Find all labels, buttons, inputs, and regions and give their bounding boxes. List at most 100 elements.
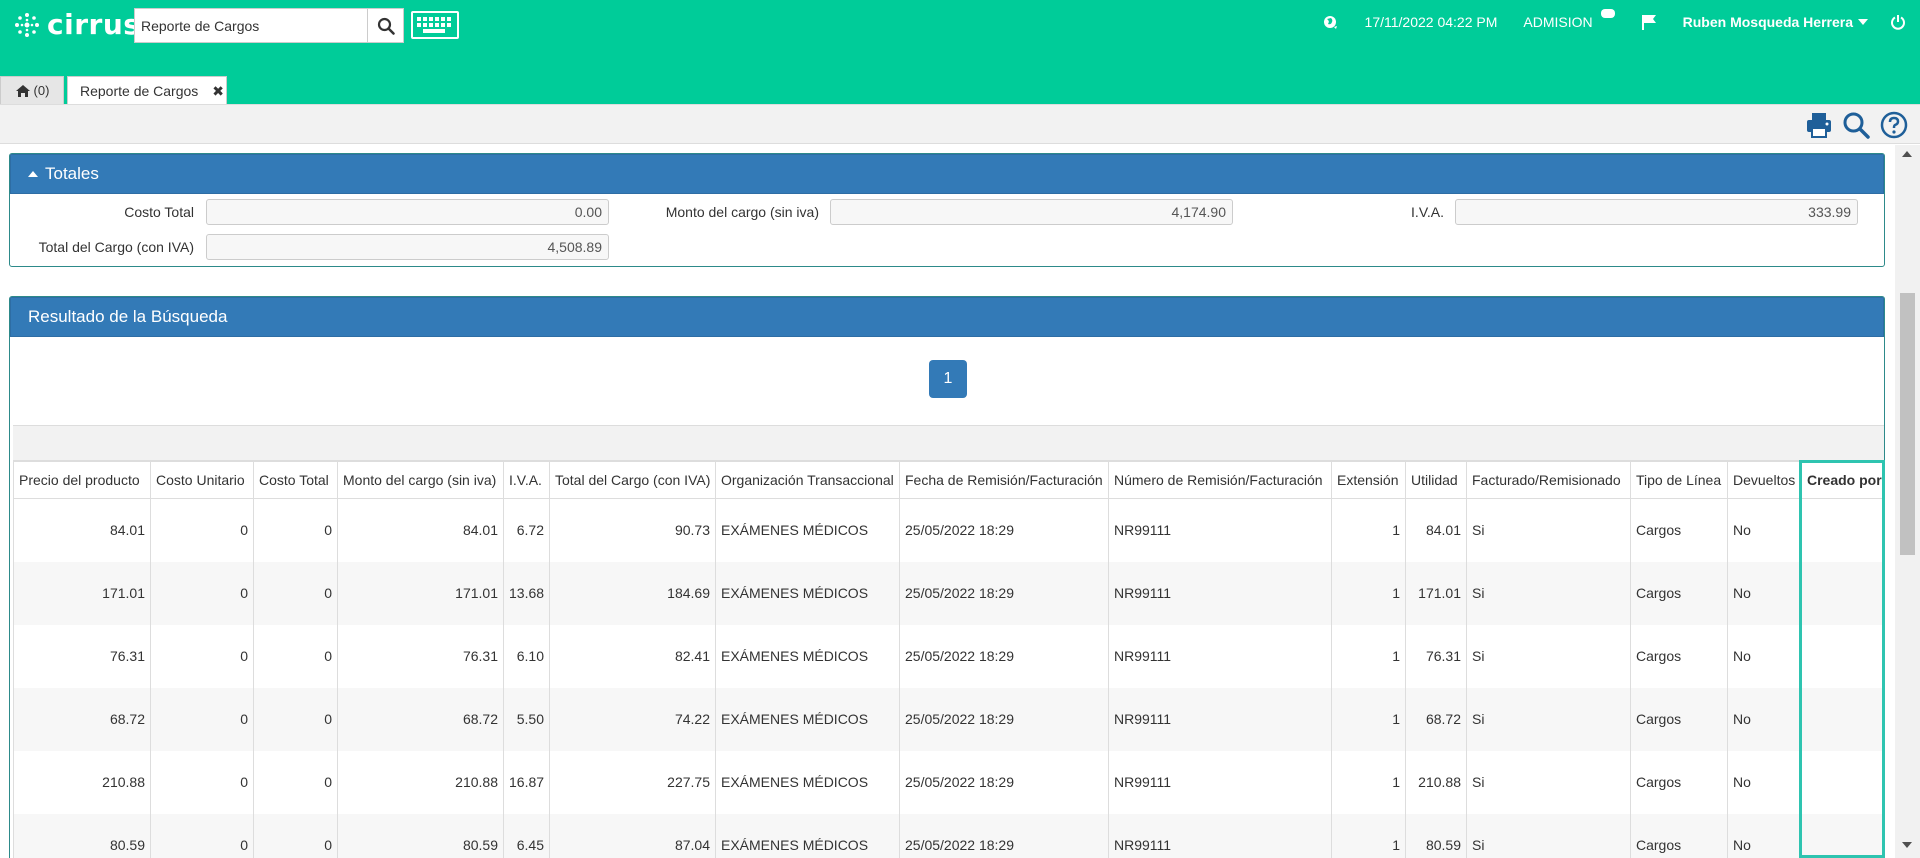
keyboard-icon	[417, 17, 451, 33]
table-cell: 6.45	[503, 813, 550, 858]
total-cargo-field[interactable]: 4,508.89	[206, 234, 609, 260]
table-cell: Si	[1466, 750, 1631, 814]
table-cell: NR99111	[1108, 750, 1332, 814]
col-organizacion[interactable]: Organización Transaccional	[715, 461, 900, 499]
col-numero[interactable]: Número de Remisión/Facturación	[1108, 461, 1332, 499]
table-cell: 76.31	[337, 624, 504, 688]
col-fecha[interactable]: Fecha de Remisión/Facturación	[899, 461, 1109, 499]
table-cell: EXÁMENES MÉDICOS	[715, 561, 900, 625]
col-tipo-linea[interactable]: Tipo de Línea	[1630, 461, 1728, 499]
resultados-title: Resultado de la Búsqueda	[28, 307, 228, 326]
header-right: 17/11/2022 04:22 PM ADMISION Ruben Mosqu…	[1297, 9, 1906, 32]
notification-button[interactable]	[1600, 9, 1615, 27]
scroll-up-icon[interactable]	[1902, 151, 1912, 157]
keyboard-button[interactable]	[411, 11, 459, 39]
tab-label: Reporte de Cargos	[80, 83, 199, 99]
table-cell: NR99111	[1108, 624, 1332, 688]
table-cell: 1	[1331, 624, 1406, 688]
totales-header[interactable]: Totales	[10, 154, 1884, 194]
scroll-thumb[interactable]	[1900, 293, 1915, 555]
table-row[interactable]: 68.72 0 0 68.72 5.50 74.22 EXÁMENES MÉDICOS 25/…	[13, 687, 1885, 751]
totales-title: Totales	[45, 164, 99, 183]
user-menu[interactable]: Ruben Mosqueda Herrera	[1683, 14, 1868, 30]
table-row[interactable]: 80.59 0 0 80.59 6.45 87.04 EXÁMENES MÉDICOS 25/…	[13, 813, 1885, 858]
table-cell: 74.22	[549, 687, 716, 751]
table-cell: 0	[253, 813, 338, 858]
global-search	[134, 8, 404, 43]
table-cell: 0	[150, 498, 254, 562]
print-icon[interactable]	[1805, 111, 1833, 139]
globe-button[interactable]	[1323, 14, 1339, 30]
grid-filter-bar	[13, 425, 1884, 461]
table-row[interactable]: 76.31 0 0 76.31 6.10 82.41 EXÁMENES MÉDICOS 25/…	[13, 624, 1885, 688]
power-button[interactable]	[1890, 14, 1906, 30]
col-devueltos[interactable]: Devueltos	[1727, 461, 1802, 499]
table-cell: 90.73	[549, 498, 716, 562]
table-header-row: Precio del producto Costo Unitario Costo…	[13, 461, 1885, 499]
cirrus-logo-icon	[15, 12, 39, 37]
search-icon	[377, 17, 395, 35]
search-input[interactable]	[135, 9, 367, 42]
table-cell: 84.01	[337, 498, 504, 562]
table-cell: EXÁMENES MÉDICOS	[715, 624, 900, 688]
col-monto[interactable]: Monto del cargo (sin iva)	[337, 461, 504, 499]
tab-home[interactable]: (0)	[0, 76, 64, 104]
table-cell: Si	[1466, 498, 1631, 562]
table-row[interactable]: 210.88 0 0 210.88 16.87 227.75 EXÁMENES MÉDICO…	[13, 750, 1885, 814]
col-creado-por[interactable]: Creado por	[1801, 461, 1885, 499]
tab-home-label: (0)	[33, 83, 50, 98]
resultados-header: Resultado de la Búsqueda	[10, 297, 1884, 337]
col-extension[interactable]: Extensión	[1331, 461, 1406, 499]
flag-button[interactable]	[1641, 14, 1657, 30]
table-cell: 84.01	[1405, 498, 1467, 562]
notification-icon	[1600, 9, 1615, 18]
table-cell: 25/05/2022 18:29	[899, 813, 1109, 858]
search-button[interactable]	[367, 9, 403, 42]
table-cell: 76.31	[13, 624, 151, 688]
user-name: Ruben Mosqueda Herrera	[1682, 14, 1853, 30]
magnifier-icon[interactable]	[1842, 111, 1870, 139]
col-costo-total[interactable]: Costo Total	[253, 461, 338, 499]
table-cell: 171.01	[337, 561, 504, 625]
cirrus-logo[interactable]: cirrus	[12, 8, 140, 41]
page-1-button[interactable]: 1	[929, 360, 967, 398]
costo-total-label: Costo Total	[124, 204, 194, 220]
table-cell: 184.69	[549, 561, 716, 625]
col-iva[interactable]: I.V.A.	[503, 461, 550, 499]
table-cell: 82.41	[549, 624, 716, 688]
table-cell: 0	[150, 561, 254, 625]
help-icon[interactable]	[1880, 111, 1908, 139]
user-caret-icon	[1858, 19, 1868, 25]
col-precio[interactable]: Precio del producto	[13, 461, 151, 499]
col-utilidad[interactable]: Utilidad	[1405, 461, 1467, 499]
table-cell	[1801, 561, 1885, 625]
table-cell: 0	[253, 498, 338, 562]
table-cell: 80.59	[13, 813, 151, 858]
table-cell: Cargos	[1630, 498, 1728, 562]
tab-reporte-cargos[interactable]: Reporte de Cargos ✖	[67, 76, 227, 105]
table-cell: 1	[1331, 750, 1406, 814]
page-scrollbar[interactable]	[1895, 145, 1920, 858]
iva-field[interactable]: 333.99	[1455, 199, 1858, 225]
table-cell: 68.72	[337, 687, 504, 751]
table-cell: 76.31	[1405, 624, 1467, 688]
monto-field[interactable]: 4,174.90	[830, 199, 1233, 225]
scroll-down-icon[interactable]	[1902, 842, 1912, 848]
table-row[interactable]: 171.01 0 0 171.01 13.68 184.69 EXÁMENES MÉDICO…	[13, 561, 1885, 625]
table-row[interactable]: 84.01 0 0 84.01 6.72 90.73 EXÁMENES MÉDICOS 25/…	[13, 498, 1885, 562]
col-facturado[interactable]: Facturado/Remisionado	[1466, 461, 1631, 499]
results-table: Precio del producto Costo Unitario Costo…	[13, 461, 1885, 858]
col-total-cargo[interactable]: Total del Cargo (con IVA)	[549, 461, 716, 499]
table-cell: 0	[150, 750, 254, 814]
costo-total-field[interactable]: 0.00	[206, 199, 609, 225]
table-cell: 0	[150, 687, 254, 751]
table-cell: 0	[253, 687, 338, 751]
table-cell: 1	[1331, 813, 1406, 858]
iva-row: I.V.A. 333.99	[1260, 199, 1858, 225]
table-cell: 0	[150, 624, 254, 688]
col-costo-unitario[interactable]: Costo Unitario	[150, 461, 254, 499]
table-cell: 5.50	[503, 687, 550, 751]
close-icon[interactable]: ✖	[212, 83, 224, 100]
table-cell: Cargos	[1630, 624, 1728, 688]
collapse-caret-icon	[28, 171, 38, 177]
